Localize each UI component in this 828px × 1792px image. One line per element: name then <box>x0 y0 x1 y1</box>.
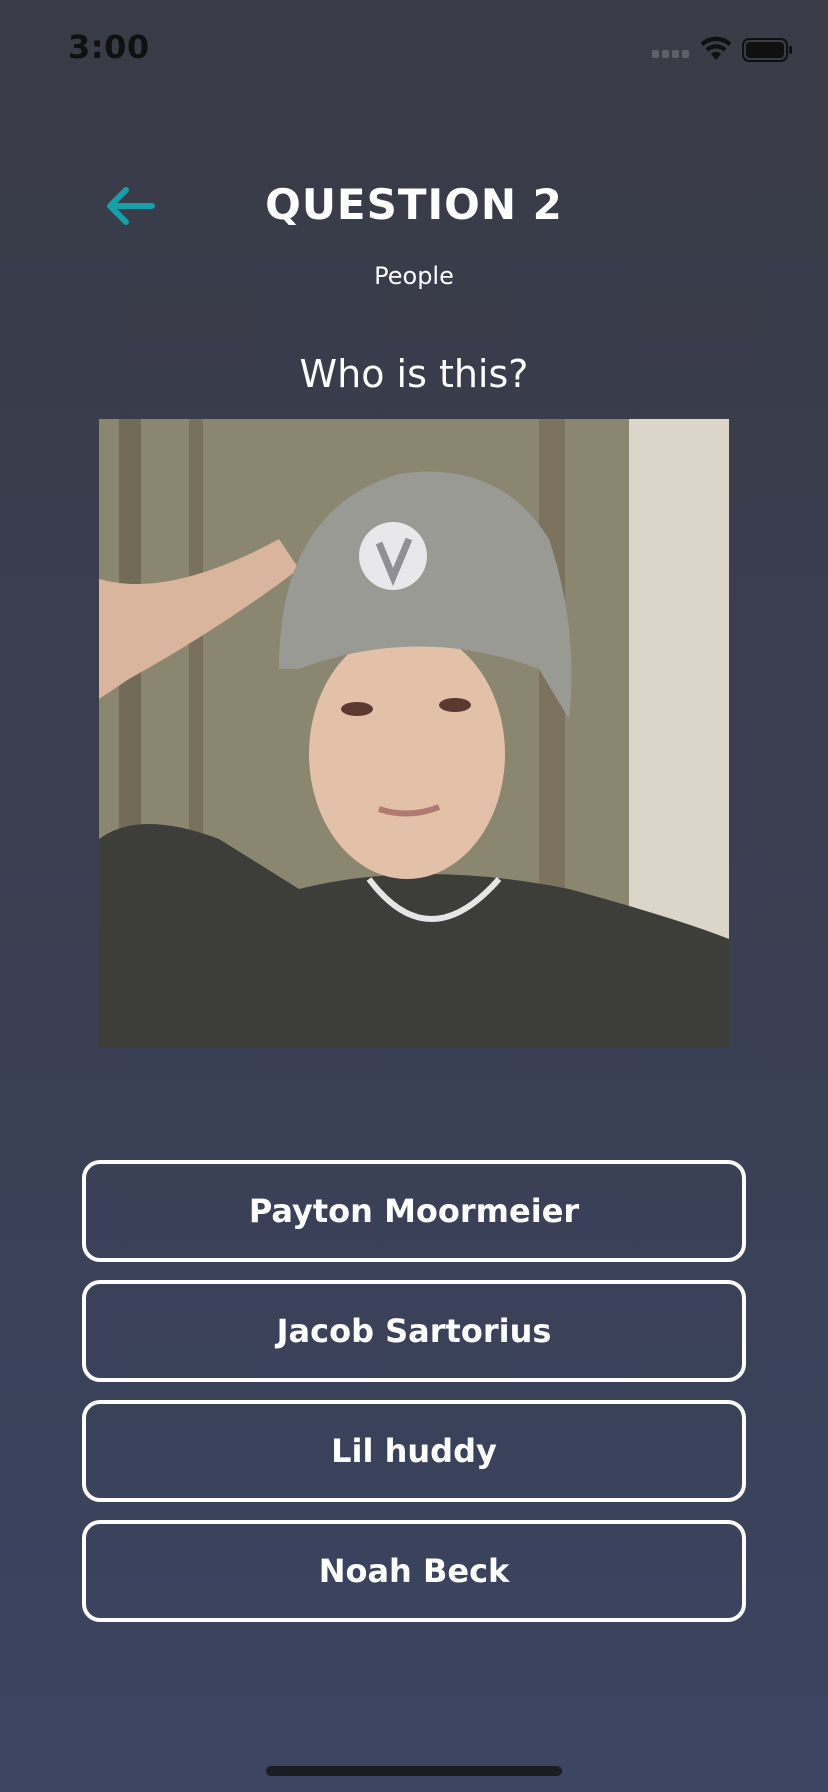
category-label: People <box>374 262 454 290</box>
status-time: 3:00 <box>68 28 150 66</box>
answer-option-4[interactable]: Noah Beck <box>82 1520 746 1622</box>
question-photo <box>99 419 729 1048</box>
question-text: Who is this? <box>299 352 529 396</box>
cellular-signal-icon <box>652 50 692 60</box>
wifi-icon <box>700 36 732 60</box>
page-title: QUESTION 2 <box>265 180 563 229</box>
answer-option-1[interactable]: Payton Moormeier <box>82 1160 746 1262</box>
answer-option-2[interactable]: Jacob Sartorius <box>82 1280 746 1382</box>
answer-option-3[interactable]: Lil huddy <box>82 1400 746 1502</box>
status-bar: 3:00 <box>0 0 828 100</box>
portrait-photo <box>99 419 729 1048</box>
home-indicator[interactable] <box>266 1766 562 1776</box>
battery-icon <box>742 38 792 62</box>
